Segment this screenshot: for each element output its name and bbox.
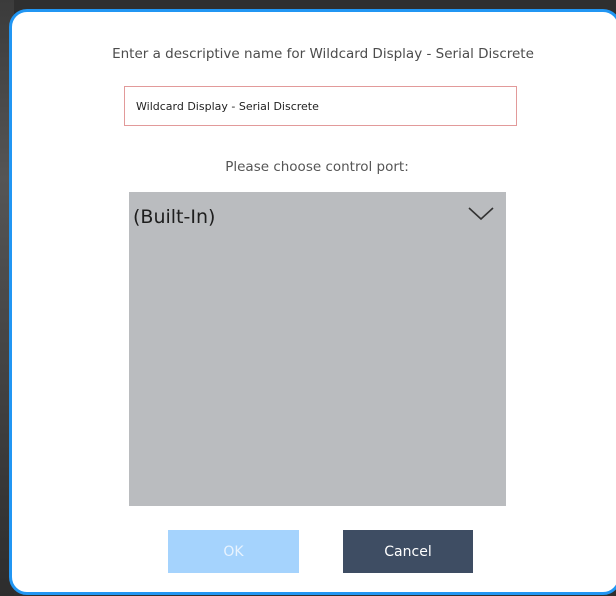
- name-prompt-text: Enter a descriptive name for Wildcard Di…: [112, 46, 534, 62]
- device-name-input[interactable]: [124, 86, 517, 126]
- control-port-select[interactable]: (Built-In): [129, 192, 506, 506]
- ok-button[interactable]: OK: [168, 530, 299, 573]
- cancel-button[interactable]: Cancel: [343, 530, 473, 573]
- control-port-selected-value: (Built-In): [133, 206, 216, 228]
- chevron-down-icon: [468, 206, 494, 222]
- control-port-label: Please choose control port:: [225, 159, 409, 175]
